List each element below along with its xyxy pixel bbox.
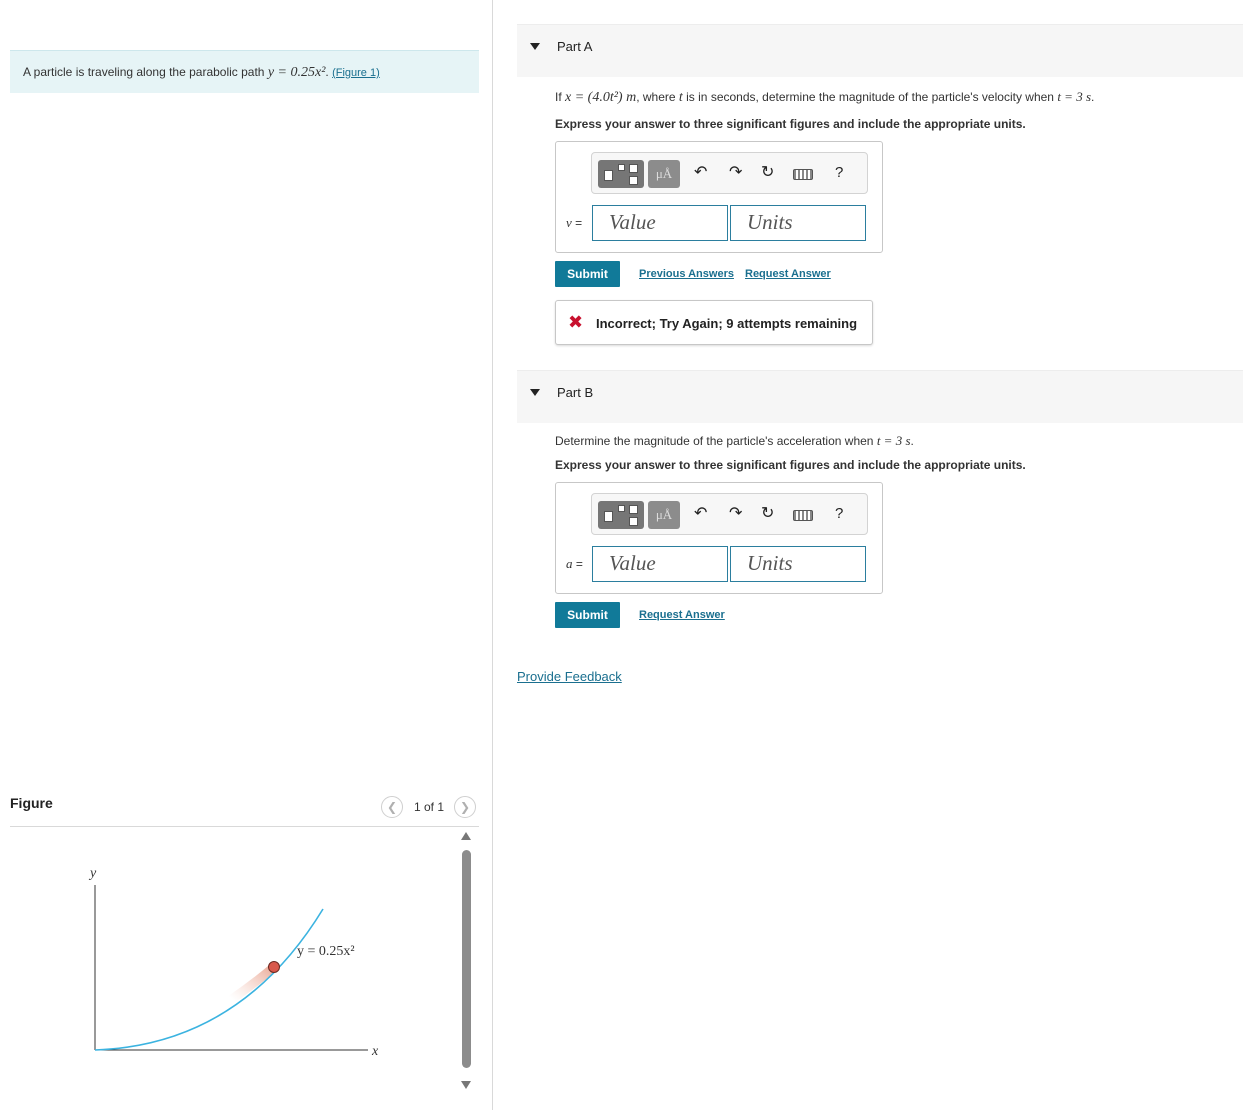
help-icon[interactable]: ? [835,164,843,181]
feedback-message: Incorrect; Try Again; 9 attempts remaini… [596,316,858,331]
undo-icon[interactable]: ↶ [694,504,707,524]
figure-link[interactable]: (Figure 1) [332,67,380,79]
templates-icon[interactable] [598,160,644,188]
problem-statement: A particle is traveling along the parabo… [10,50,479,93]
chevron-left-icon: ❮ [386,800,398,814]
part-a-title: Part A [557,39,593,54]
prev-figure-button[interactable]: ❮ [381,796,403,818]
part-b-submit-button[interactable]: Submit [555,602,620,628]
keyboard-icon[interactable] [793,169,813,180]
velocity-value-input[interactable]: Value [592,205,728,241]
parabolic-path [94,908,324,1051]
acceleration-value-input[interactable]: Value [592,546,728,582]
part-a-request-answer-link[interactable]: Request Answer [745,268,831,280]
velocity-label: v = [566,215,583,230]
part-b-title: Part B [557,385,594,400]
collapse-triangle-icon [530,389,540,396]
acceleration-units-input[interactable]: Units [730,546,866,582]
intro-equation: y = 0.25x² [267,65,326,80]
keyboard-icon[interactable] [793,510,813,521]
help-icon[interactable]: ? [835,505,843,522]
y-axis-label: y [88,866,97,881]
scroll-down-arrow[interactable] [461,1081,471,1089]
collapse-triangle-icon [530,43,540,50]
previous-answers-link[interactable]: Previous Answers [639,268,734,280]
part-b-instruction: Express your answer to three significant… [555,458,1026,472]
scroll-up-arrow[interactable] [461,832,471,840]
units-mu-icon[interactable]: μÅ [648,501,680,529]
figure-pager: 1 of 1 [414,800,445,814]
units-mu-icon[interactable]: μÅ [648,160,680,188]
motion-trail [227,962,279,1004]
particle [268,961,280,973]
part-a-submit-button[interactable]: Submit [555,261,620,287]
incorrect-feedback: ✖ Incorrect; Try Again; 9 attempts remai… [555,300,873,345]
acceleration-label: a = [566,556,583,571]
undo-icon[interactable]: ↶ [694,163,707,183]
part-a-time: t = 3 s [1057,89,1092,104]
curve-label: y = 0.25x² [297,944,355,959]
redo-icon[interactable]: ↷ [729,163,742,183]
parabola-figure: y x y = 0.25x² [88,866,379,1059]
part-b-answer-box: μÅ ↶ ↷ ↻ ? a = Value Units [555,482,883,594]
part-b-request-answer-link[interactable]: Request Answer [639,609,725,621]
provide-feedback-link[interactable]: Provide Feedback [517,669,622,684]
error-x-icon: ✖ [568,312,584,332]
problem-pane: A particle is traveling along the parabo… [0,0,492,1110]
part-b-question: Determine the magnitude of the particle'… [555,433,914,448]
part-a-instruction: Express your answer to three significant… [555,117,1026,131]
part-b-header[interactable]: Part B [517,370,1243,423]
chevron-right-icon: ❯ [459,800,471,814]
redo-icon[interactable]: ↷ [729,504,742,524]
part-b-math-toolbar: μÅ ↶ ↷ ↻ ? [591,493,868,535]
next-figure-button[interactable]: ❯ [454,796,476,818]
x-axis-label: x [371,1044,379,1059]
velocity-units-input[interactable]: Units [730,205,866,241]
part-a-equation: x = (4.0t²) m [565,90,637,105]
part-a-answer-box: μÅ ↶ ↷ ↻ ? v = Value Units [555,141,883,253]
part-a-question: If x = (4.0t²) m, where t is in seconds,… [555,89,1095,105]
figure-title: Figure [10,795,53,811]
part-b-time: t = 3 s [876,433,911,448]
part-a-math-toolbar: μÅ ↶ ↷ ↻ ? [591,152,868,194]
templates-icon[interactable] [598,501,644,529]
reset-icon[interactable]: ↻ [761,163,774,183]
pane-divider [492,0,493,1110]
figure-divider [10,826,479,827]
reset-icon[interactable]: ↻ [761,504,774,524]
part-a-header[interactable]: Part A [517,24,1243,77]
figure-scrollbar[interactable] [462,850,471,1068]
intro-text: A particle is traveling along the parabo… [23,65,265,79]
